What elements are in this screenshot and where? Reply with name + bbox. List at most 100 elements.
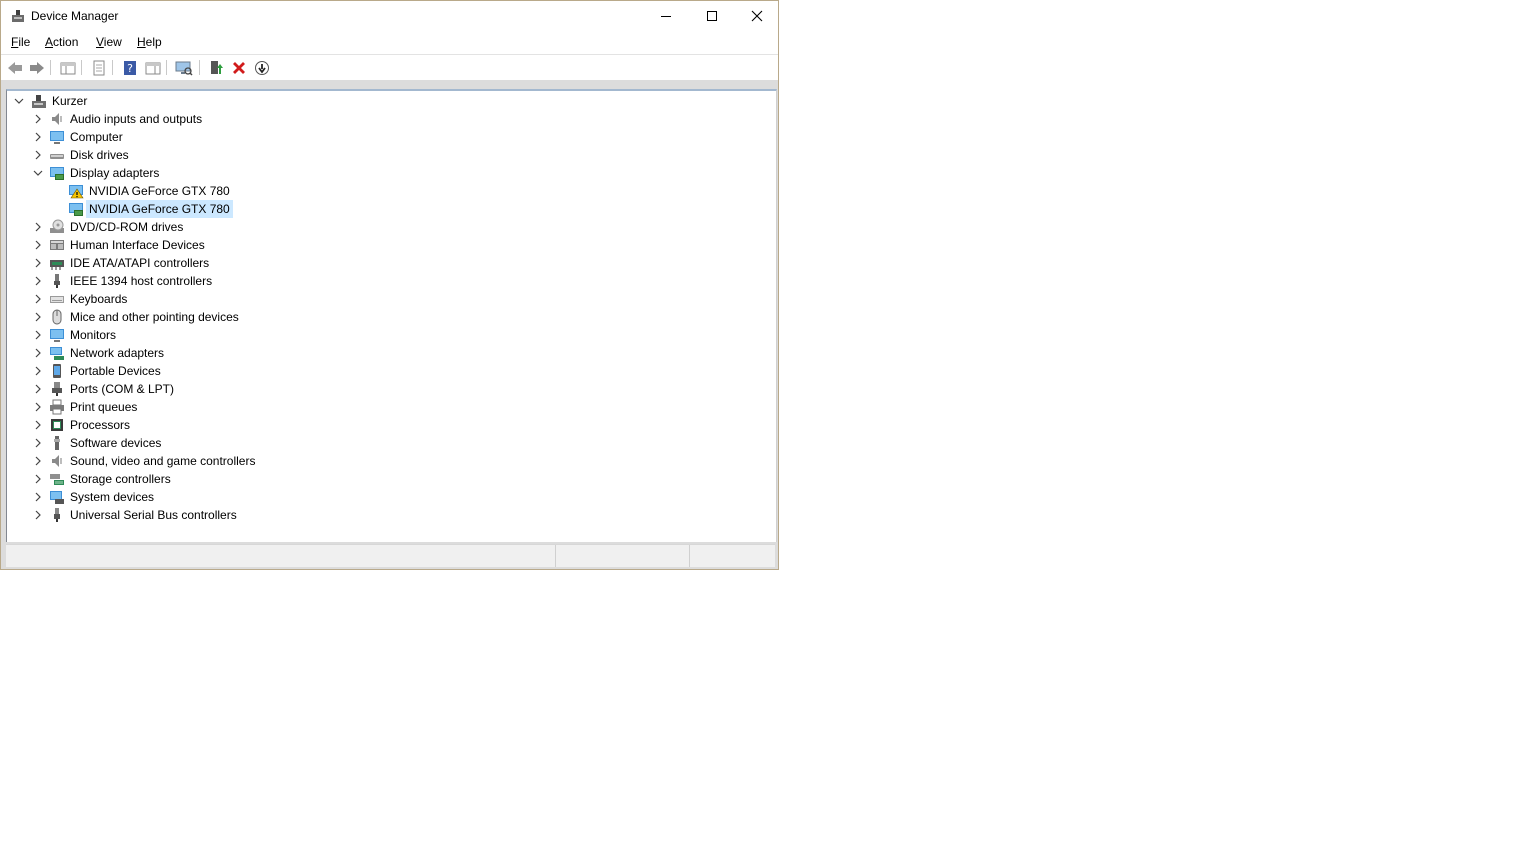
- status-cell: [689, 545, 775, 567]
- chevron-right-icon: [35, 240, 41, 250]
- category-ieee-1394-host-controllers[interactable]: IEEE 1394 host controllers: [67, 272, 215, 290]
- tree-root-label[interactable]: Kurzer: [49, 92, 90, 110]
- category-expander-mice-and-other-pointing-devices[interactable]: [33, 312, 43, 322]
- close-icon: [751, 10, 763, 22]
- port-icon: [52, 382, 62, 396]
- category-expander-audio-inputs-and-outputs[interactable]: [33, 114, 43, 124]
- hid-icon: [50, 240, 64, 250]
- category-print-queues[interactable]: Print queues: [67, 398, 140, 416]
- firewire-icon: [54, 274, 60, 288]
- category-display-adapters[interactable]: Display adapters: [67, 164, 162, 182]
- category-expander-dvd-cd-rom-drives[interactable]: [33, 222, 43, 232]
- menu-file[interactable]: File: [11, 35, 30, 49]
- close-button[interactable]: [734, 1, 780, 31]
- category-expander-ide-ata-atapi-controllers[interactable]: [33, 258, 43, 268]
- category-expander-print-queues[interactable]: [33, 402, 43, 412]
- category-processors[interactable]: Processors: [67, 416, 133, 434]
- category-monitors[interactable]: Monitors: [67, 326, 119, 344]
- mouse-icon: [52, 309, 62, 325]
- help-button[interactable]: ?: [121, 59, 139, 77]
- category-software-devices[interactable]: Software devices: [67, 434, 164, 452]
- action-pane-icon: [145, 62, 161, 75]
- category-computer[interactable]: Computer: [67, 128, 126, 146]
- category-expander-storage-controllers[interactable]: [33, 474, 43, 484]
- chevron-right-icon: [35, 132, 41, 142]
- category-expander-processors[interactable]: [33, 420, 43, 430]
- update-driver-icon: [211, 61, 223, 74]
- update-driver-button[interactable]: [207, 59, 225, 77]
- category-portable-devices[interactable]: Portable Devices: [67, 362, 164, 380]
- chevron-right-icon: [35, 438, 41, 448]
- status-cell: [555, 545, 689, 567]
- show-hide-console-tree-icon: [60, 62, 76, 75]
- properties-button[interactable]: [90, 59, 108, 77]
- category-expander-system-devices[interactable]: [33, 492, 43, 502]
- category-universal-serial-bus-controllers[interactable]: Universal Serial Bus controllers: [67, 506, 240, 524]
- device-item[interactable]: NVIDIA GeForce GTX 780: [86, 182, 233, 200]
- category-expander-software-devices[interactable]: [33, 438, 43, 448]
- category-expander-disk-drives[interactable]: [33, 150, 43, 160]
- category-expander-universal-serial-bus-controllers[interactable]: [33, 510, 43, 520]
- keyboard-icon: [50, 296, 64, 303]
- window-title: Device Manager: [31, 9, 119, 23]
- category-expander-ports-com-lpt[interactable]: [33, 384, 43, 394]
- device-tree[interactable]: Kurzer Audio inputs and outputs Computer D…: [6, 89, 777, 542]
- menu-view[interactable]: View: [96, 35, 122, 49]
- toolbar: ?: [1, 54, 778, 80]
- storage-controller-icon: [50, 474, 64, 485]
- disk-drive-icon: [50, 154, 64, 159]
- category-expander-portable-devices[interactable]: [33, 366, 43, 376]
- enable-device-button[interactable]: [253, 59, 271, 77]
- chevron-right-icon: [35, 420, 41, 430]
- menu-bar: File Action View Help: [1, 32, 778, 54]
- show-hide-console-tree-button[interactable]: [59, 59, 77, 77]
- category-expander-computer[interactable]: [33, 132, 43, 142]
- category-expander-human-interface-devices[interactable]: [33, 240, 43, 250]
- category-dvd-cd-rom-drives[interactable]: DVD/CD-ROM drives: [67, 218, 186, 236]
- uninstall-device-button[interactable]: [230, 59, 248, 77]
- category-storage-controllers[interactable]: Storage controllers: [67, 470, 174, 488]
- chevron-right-icon: [35, 276, 41, 286]
- category-human-interface-devices[interactable]: Human Interface Devices: [67, 236, 208, 254]
- content-frame: Kurzer Audio inputs and outputs Computer D…: [1, 80, 778, 569]
- category-disk-drives[interactable]: Disk drives: [67, 146, 132, 164]
- category-sound-video-and-game-controllers[interactable]: Sound, video and game controllers: [67, 452, 258, 470]
- menu-help[interactable]: Help: [137, 35, 162, 49]
- category-system-devices[interactable]: System devices: [67, 488, 157, 506]
- menu-action[interactable]: Action: [45, 35, 78, 49]
- category-expander-sound-video-and-game-controllers[interactable]: [33, 456, 43, 466]
- category-expander-display-adapters[interactable]: [33, 168, 43, 178]
- title-bar[interactable]: Device Manager: [1, 1, 778, 31]
- category-expander-keyboards[interactable]: [33, 294, 43, 304]
- category-mice-and-other-pointing-devices[interactable]: Mice and other pointing devices: [67, 308, 242, 326]
- chevron-right-icon: [35, 114, 41, 124]
- action-pane-button[interactable]: [144, 59, 162, 77]
- chevron-right-icon: [35, 384, 41, 394]
- category-keyboards[interactable]: Keyboards: [67, 290, 130, 308]
- category-expander-ieee-1394-host-controllers[interactable]: [33, 276, 43, 286]
- svg-text:?: ?: [127, 62, 133, 75]
- category-expander-network-adapters[interactable]: [33, 348, 43, 358]
- category-ports-com-lpt[interactable]: Ports (COM & LPT): [67, 380, 177, 398]
- forward-button[interactable]: [28, 59, 46, 77]
- display-adapter-icon: [50, 167, 64, 180]
- computer-icon: [50, 131, 64, 144]
- dvd-drive-icon: [50, 219, 64, 233]
- scan-hardware-button[interactable]: [175, 59, 193, 77]
- device-manager-app-icon: [12, 10, 24, 22]
- maximize-icon: [707, 11, 717, 21]
- maximize-button[interactable]: [689, 1, 735, 31]
- category-expander-monitors[interactable]: [33, 330, 43, 340]
- usb-icon: [54, 508, 60, 522]
- warning-display-adapter-icon: [69, 185, 84, 199]
- chevron-right-icon: [35, 348, 41, 358]
- device-item[interactable]: NVIDIA GeForce GTX 780: [86, 200, 233, 218]
- category-audio-inputs-and-outputs[interactable]: Audio inputs and outputs: [67, 110, 205, 128]
- category-ide-ata-atapi-controllers[interactable]: IDE ATA/ATAPI controllers: [67, 254, 212, 272]
- enable-device-icon: [255, 61, 269, 75]
- minimize-button[interactable]: [643, 1, 689, 31]
- chevron-right-icon: [35, 294, 41, 304]
- back-button[interactable]: [6, 59, 24, 77]
- category-network-adapters[interactable]: Network adapters: [67, 344, 167, 362]
- tree-root-expander[interactable]: [14, 96, 24, 106]
